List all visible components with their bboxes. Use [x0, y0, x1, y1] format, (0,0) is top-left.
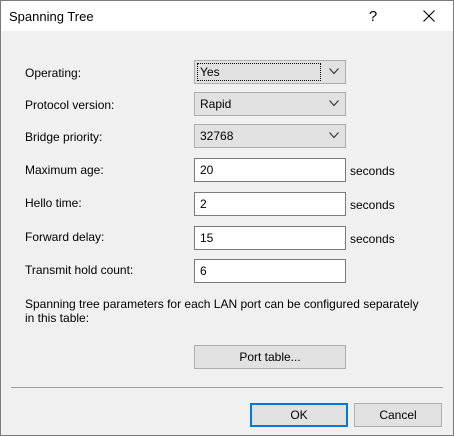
operating-label: Operating:	[25, 66, 82, 80]
operating-select[interactable]: Yes	[194, 60, 346, 84]
hello-time-input[interactable]	[195, 193, 345, 215]
maximum-age-label: Maximum age:	[25, 163, 104, 177]
ok-button-label: OK	[290, 408, 308, 422]
transmit-hold-count-label: Transmit hold count:	[25, 263, 134, 277]
help-button[interactable]: ?	[353, 3, 393, 29]
forward-delay-field[interactable]	[194, 226, 346, 250]
bridge-priority-value: 32768	[200, 129, 234, 143]
forward-delay-label: Forward delay:	[25, 230, 105, 244]
maximum-age-field[interactable]	[194, 158, 346, 182]
title-bar: Spanning Tree ?	[1, 1, 453, 31]
hello-time-unit: seconds	[350, 198, 395, 212]
protocol-version-select[interactable]: Rapid	[194, 92, 346, 116]
port-table-button[interactable]: Port table...	[194, 345, 346, 369]
port-table-button-label: Port table...	[239, 350, 301, 364]
cancel-button[interactable]: Cancel	[354, 403, 442, 427]
ok-button[interactable]: OK	[250, 403, 348, 427]
forward-delay-input[interactable]	[195, 227, 345, 249]
spanning-tree-dialog: Spanning Tree ? Operating: Yes Protocol …	[0, 0, 454, 436]
chevron-down-icon	[329, 132, 339, 139]
cancel-button-label: Cancel	[379, 408, 417, 422]
bridge-priority-select[interactable]: 32768	[194, 124, 346, 148]
bridge-priority-label: Bridge priority:	[25, 130, 103, 144]
hello-time-label: Hello time:	[25, 196, 82, 210]
operating-value: Yes	[200, 65, 220, 79]
port-table-info-text: Spanning tree parameters for each LAN po…	[25, 297, 419, 325]
chevron-down-icon	[329, 100, 339, 107]
maximum-age-unit: seconds	[350, 164, 395, 178]
help-icon: ?	[368, 7, 378, 25]
transmit-hold-count-input[interactable]	[195, 260, 345, 282]
protocol-version-label: Protocol version:	[25, 98, 115, 112]
close-icon	[423, 10, 435, 22]
forward-delay-unit: seconds	[350, 232, 395, 246]
maximum-age-input[interactable]	[195, 159, 345, 181]
transmit-hold-count-field[interactable]	[194, 259, 346, 283]
hello-time-field[interactable]	[194, 192, 346, 216]
separator	[11, 387, 443, 388]
close-button[interactable]	[407, 3, 451, 29]
protocol-version-value: Rapid	[200, 97, 232, 111]
dialog-title: Spanning Tree	[9, 9, 94, 24]
chevron-down-icon	[329, 68, 339, 75]
